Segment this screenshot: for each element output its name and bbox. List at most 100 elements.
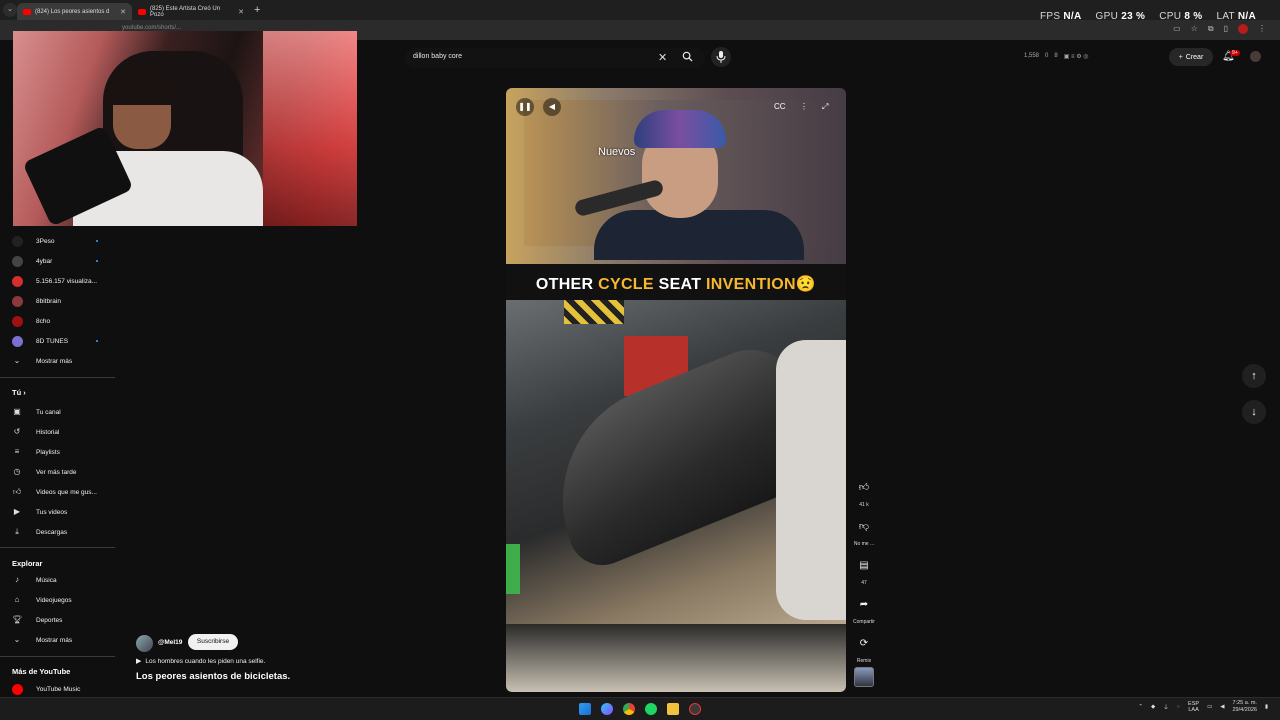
extensions-icon[interactable]: ⧉ <box>1208 24 1214 34</box>
volume-button[interactable]: ◀︎ <box>543 98 561 116</box>
chevron-down-icon: ⌄ <box>13 356 21 365</box>
new-content-dot <box>96 240 98 242</box>
channel-avatar <box>12 255 23 267</box>
fullscreen-icon[interactable]: ⤢ <box>822 102 828 112</box>
dislike-action[interactable]: 👎︎ No me ... <box>848 513 880 547</box>
channel-avatar <box>12 235 23 247</box>
channel-avatar[interactable] <box>136 635 153 652</box>
sidebar-you-header[interactable]: Tú › <box>12 388 26 397</box>
sidebar-item-label: Videos que me gus... <box>36 488 97 496</box>
captions-icon[interactable]: CC <box>774 102 786 111</box>
create-button[interactable]: + Crear <box>1169 48 1213 66</box>
close-tab-icon[interactable]: ✕ <box>120 8 126 16</box>
play-icon: ▶ <box>136 658 142 665</box>
wifi-icon[interactable]: ◌ <box>1177 704 1180 710</box>
app-icon[interactable] <box>689 703 701 715</box>
sidebar-item-label: Videojuegos <box>36 596 72 604</box>
comments-action[interactable]: ▤ 47 <box>848 552 880 587</box>
bike-seat-scene <box>506 300 846 624</box>
next-short-button[interactable]: ↓ <box>1242 400 1266 424</box>
notification-center-icon[interactable]: ▮ <box>1265 704 1268 710</box>
tab-los-peores[interactable]: (824) Los peores asientos d ✕ <box>17 3 132 20</box>
sidebar-item-your-videos[interactable]: ▶ Tus videos <box>0 504 115 520</box>
channel-avatar <box>12 335 23 347</box>
remix-action[interactable]: ⟳ Remix <box>848 630 880 665</box>
remix-label: Remix <box>856 658 872 664</box>
sidebar-channel-8bitbrain[interactable]: 8bitbrain <box>0 293 115 309</box>
sound-thumbnail[interactable] <box>854 667 874 687</box>
browser-toolbar-icons: ▭ ☆ ⧉ ▯ ⋮ <box>1173 24 1266 34</box>
like-action[interactable]: 👍︎ 41 k <box>848 474 880 508</box>
extension-icons[interactable]: ▣ ≡ ⚙ ◎ <box>1064 53 1089 60</box>
short-video-player[interactable]: Nuevos ❚❚ ◀︎ CC ⋮ ⤢ OTHER CYCLE SEAT INV… <box>506 88 846 692</box>
sidebar-icon[interactable]: ▯ <box>1224 24 1228 34</box>
search-icon[interactable] <box>682 51 693 62</box>
sidebar-item-history[interactable]: ↺ Historial <box>0 424 115 440</box>
sidebar-item-label: Deportes <box>36 616 63 624</box>
thumbs-up-icon[interactable]: 👍︎ <box>851 474 877 500</box>
star-icon[interactable]: ☆ <box>1191 24 1198 34</box>
voice-search-button[interactable] <box>711 47 731 67</box>
previous-short-button[interactable]: ↑ <box>1242 364 1266 388</box>
file-explorer-icon[interactable] <box>667 703 679 715</box>
menu-dots-icon[interactable]: ⋮ <box>1258 24 1266 34</box>
channel-label: 4ybar <box>36 257 53 265</box>
usb-icon[interactable]: ⏚ <box>1163 703 1169 711</box>
sidebar-divider <box>0 656 115 657</box>
chrome-icon[interactable] <box>623 703 635 715</box>
display-icon[interactable]: ▭ <box>1207 704 1212 710</box>
sidebar-item-label: Historial <box>36 428 60 436</box>
description-text: Los hombres cuando les piden una selfie. <box>145 658 266 665</box>
sidebar-show-more-subscriptions[interactable]: ⌄ Mostrar más <box>0 353 115 369</box>
plus-icon: + <box>1178 53 1183 61</box>
sidebar-channel-8cho[interactable]: 8cho <box>0 313 115 329</box>
chevron-up-icon[interactable]: ⌃ <box>1138 704 1143 710</box>
comment-icon[interactable]: ▤ <box>851 552 877 578</box>
new-tab-icon[interactable]: + <box>254 4 260 16</box>
sidebar-item-music[interactable]: ♪ Música <box>0 572 115 588</box>
cast-icon[interactable]: ▭ <box>1173 24 1181 34</box>
sidebar-item-your-channel[interactable]: ▣ Tu canal <box>0 404 115 420</box>
more-options-icon[interactable]: ⋮ <box>800 102 808 111</box>
sidebar-item-label: Tus videos <box>36 508 68 516</box>
share-icon[interactable]: ➦ <box>851 591 877 617</box>
profile-avatar[interactable] <box>1238 24 1248 34</box>
sidebar-channel-3peso[interactable]: 3Peso <box>0 233 115 249</box>
user-box-icon: ▣ <box>13 407 21 416</box>
thumbs-down-icon[interactable]: 👎︎ <box>851 513 877 539</box>
notifications-badge: 9+ <box>1230 50 1240 56</box>
sidebar-channel-8d-tunes[interactable]: 8D TUNES <box>0 333 115 349</box>
caption-part-highlight: INVENTION <box>706 276 796 293</box>
pause-button[interactable]: ❚❚ <box>516 98 534 116</box>
video-inset-frame: Nuevos <box>524 100 827 260</box>
close-tab-icon[interactable]: ✕ <box>238 8 244 16</box>
sidebar-item-sports[interactable]: 🏆︎ Deportes <box>0 612 115 628</box>
sidebar-item-downloads[interactable]: ⤓ Descargas <box>0 524 115 540</box>
tab-search-icon[interactable]: ⌄ <box>3 3 17 17</box>
youtube-music-icon <box>12 683 23 695</box>
sidebar-item-gaming[interactable]: ⌂ Videojuegos <box>0 592 115 608</box>
copilot-icon[interactable] <box>601 703 613 715</box>
sidebar-item-playlists[interactable]: ≡ Playlists <box>0 444 115 460</box>
clear-search-icon[interactable]: ✕ <box>658 51 667 64</box>
channel-handle[interactable]: @Mel19 <box>158 639 182 646</box>
search-query[interactable]: dillon baby core <box>413 53 462 60</box>
tab-este-artista[interactable]: (825) Este Artista Creó Un Pozo ✕ <box>132 3 250 20</box>
spotify-icon[interactable] <box>645 703 657 715</box>
language-indicator[interactable]: ESP LAA <box>1188 701 1199 713</box>
share-action[interactable]: ➦ Compartir <box>848 591 880 626</box>
speaker-icon[interactable]: ◀︎ <box>1220 704 1224 710</box>
sidebar-item-watch-later[interactable]: ◷ Ver más tarde <box>0 464 115 480</box>
sidebar-show-more-explore[interactable]: ⌄ Mostrar más <box>0 632 115 648</box>
sidebar-channel-4ybar[interactable]: 4ybar <box>0 253 115 269</box>
sidebar-item-youtube-music[interactable]: YouTube Music <box>0 681 115 697</box>
short-description[interactable]: ▶ Los hombres cuando les piden una selfie… <box>136 657 265 665</box>
sidebar-channel-visualiza[interactable]: 5.156.157 visualiza... <box>0 273 115 289</box>
clock[interactable]: 7:25 a. m. 29/4/2026 <box>1233 700 1257 714</box>
remix-icon[interactable]: ⟳ <box>851 630 877 656</box>
sidebar-item-liked-videos[interactable]: 👍︎ Videos que me gus... <box>0 484 115 500</box>
network-icon[interactable]: ◆ <box>1151 704 1155 710</box>
windows-start-icon[interactable] <box>579 703 591 715</box>
user-avatar[interactable] <box>1250 51 1261 62</box>
subscribe-button[interactable]: Suscribirse <box>188 634 238 650</box>
